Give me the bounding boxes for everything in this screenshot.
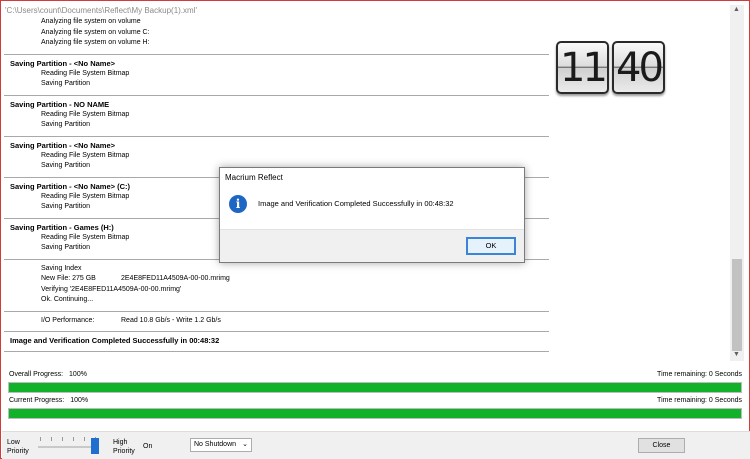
priority-slider-ticks — [40, 437, 96, 441]
on-label: On — [143, 443, 153, 450]
current-progress-label: Current Progress: 100% — [9, 397, 88, 404]
overall-time-remaining: Time remaining: 0 Seconds — [657, 371, 742, 378]
current-progress-bar — [8, 408, 742, 419]
log-section-partition: Saving Partition - <No Name> Reading Fil… — [4, 55, 549, 96]
scroll-up-arrow-icon[interactable]: ▲ — [733, 6, 740, 13]
shutdown-select-value: No Shutdown — [194, 441, 237, 448]
log-line: Ok. Continuing... — [41, 296, 94, 303]
clock-minutes: 40 — [612, 41, 665, 94]
log-line: Saving Partition — [41, 121, 91, 128]
current-time-remaining: Time remaining: 0 Seconds — [657, 397, 742, 404]
log-line: Analyzing file system on volume — [41, 18, 141, 25]
log-scrollbar[interactable]: ▲ ▼ — [730, 5, 744, 361]
io-value: Read 10.8 Gb/s - Write 1.2 Gb/s — [121, 316, 221, 324]
completion-dialog: Macrium Reflect i Image and Verification… — [219, 167, 525, 263]
overall-progress-fill — [9, 383, 741, 392]
log-line: Reading File System Bitmap — [41, 69, 130, 77]
current-progress-caption: Current Progress: — [9, 397, 65, 404]
overall-progress-label: Overall Progress: 100% — [9, 371, 87, 378]
priority-slider-thumb[interactable] — [91, 438, 99, 454]
shutdown-select[interactable]: No Shutdown ⌄ — [190, 438, 252, 452]
log-section-heading: Saving Partition - <No Name> — [10, 58, 116, 68]
log-line: Saving Partition — [41, 80, 91, 87]
log-line: Analyzing file system on volume H: — [41, 39, 150, 46]
log-section-io: I/O Performance: Read 10.8 Gb/s - Write … — [4, 312, 549, 332]
overall-progress-caption: Overall Progress: — [9, 371, 64, 378]
flip-clock: 11 40 — [556, 41, 665, 94]
ok-button[interactable]: OK — [466, 237, 516, 255]
log-line: Reading File System Bitmap — [41, 110, 130, 118]
log-final-message: Image and Verification Completed Success… — [10, 336, 220, 345]
log-line: Analyzing file system on volume C: — [41, 28, 150, 36]
new-file-size: New File: 275 GB — [41, 275, 96, 282]
log-section-final: Image and Verification Completed Success… — [4, 332, 549, 352]
current-progress-row: Current Progress: 100% Time remaining: 0… — [7, 397, 742, 407]
high-priority-label: High Priority — [113, 438, 135, 456]
log-line: Saving Index — [41, 264, 82, 272]
dialog-title: Macrium Reflect — [225, 173, 283, 182]
log-section-heading: Saving Partition - NO NAME — [10, 99, 110, 109]
log-section-heading: Saving Partition - <No Name> — [10, 140, 116, 150]
overall-progress-row: Overall Progress: 100% Time remaining: 0… — [7, 371, 742, 381]
log-section-analyze: Analyzing file system on volume Analyzin… — [4, 15, 549, 55]
dialog-message: Image and Verification Completed Success… — [258, 199, 454, 208]
info-icon: i — [229, 195, 247, 213]
current-progress-value: 100% — [70, 397, 89, 404]
clock-hours: 11 — [556, 41, 609, 94]
log-line: Reading File System Bitmap — [41, 151, 130, 159]
log-section-partition: Saving Partition - NO NAME Reading File … — [4, 96, 549, 137]
bottom-toolbar: Low Priority High Priority On No Shutdown … — [2, 431, 750, 459]
current-progress-fill — [9, 409, 741, 418]
new-file-name: 2E4E8FED11A4509A-00-00.mrimg — [121, 275, 230, 282]
close-button[interactable]: Close — [638, 438, 685, 453]
backup-definition-path: 'C:\Users\count\Documents\Reflect\My Bac… — [5, 6, 197, 15]
log-line-new-file: New File: 275 GB 2E4E8FED11A4509A-00-00.… — [4, 274, 549, 285]
scroll-down-arrow-icon[interactable]: ▼ — [733, 351, 740, 358]
low-priority-label: Low Priority — [7, 438, 29, 456]
log-line-io: I/O Performance: Read 10.8 Gb/s - Write … — [4, 316, 549, 327]
low-priority-text: Low Priority — [7, 439, 29, 455]
dialog-footer: OK — [220, 229, 524, 262]
io-label: I/O Performance: — [41, 316, 95, 324]
overall-progress-value: 100% — [69, 371, 87, 378]
priority-slider-track[interactable] — [38, 446, 96, 448]
log-line: Verifying '2E4E8FED11A4509A-00-00.mrimg' — [41, 285, 182, 293]
chevron-down-icon: ⌄ — [242, 441, 248, 448]
scroll-thumb[interactable] — [732, 259, 742, 351]
log-section-index: Saving Index New File: 275 GB 2E4E8FED11… — [4, 260, 549, 312]
high-priority-text: High Priority — [113, 439, 135, 455]
overall-progress-bar — [8, 382, 742, 393]
